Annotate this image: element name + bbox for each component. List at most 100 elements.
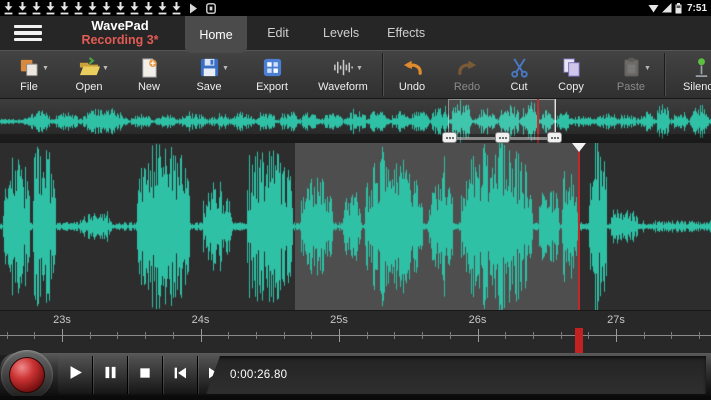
wavepad-app-window: 7:51 WavePad Recording 3* HomeEditLevels… [0, 0, 711, 400]
pause-button[interactable] [93, 356, 128, 394]
timeline-label: 23s [53, 314, 71, 326]
minor-tick [450, 332, 451, 339]
menu-icon[interactable] [14, 23, 44, 43]
main-waveform-view[interactable] [0, 143, 711, 310]
major-tick [616, 329, 617, 342]
tab-levels[interactable]: Levels [309, 16, 373, 50]
notification-icons [4, 0, 216, 16]
timeline-label: 26s [469, 314, 487, 326]
playhead-line[interactable] [578, 143, 580, 310]
waveform-button[interactable]: ▼ Waveform [304, 51, 382, 98]
copy-button[interactable]: Copy [544, 51, 598, 98]
minor-tick [699, 332, 700, 339]
toolbar-button-label: Silence [683, 81, 711, 93]
paste-button: ▼ Paste [598, 51, 664, 98]
toolbar-button-label: New [138, 81, 160, 93]
overview-handle-track [0, 134, 711, 143]
timeline-label: 27s [607, 314, 625, 326]
skip-start-icon [172, 365, 188, 386]
chevron-down-icon[interactable]: ▼ [222, 65, 229, 72]
toolbar: ▼File▼OpenNew▼SaveExport▼WaveformUndoRed… [0, 50, 711, 98]
download-icon [130, 2, 139, 15]
wifi-icon [648, 3, 659, 13]
selection-handle[interactable] [547, 132, 562, 143]
download-icon [74, 2, 83, 15]
new-button[interactable]: New [120, 51, 178, 98]
time-display-panel: 0:00:26.80 [206, 356, 706, 394]
download-icon [158, 2, 167, 15]
toolbar-button-label: Open [76, 81, 103, 93]
minor-tick [505, 332, 506, 339]
download-icon [46, 2, 55, 15]
cut-button[interactable]: Cut [494, 51, 544, 98]
minor-tick [311, 332, 312, 339]
minor-tick [284, 332, 285, 339]
toolbar-button-label: Export [256, 81, 288, 93]
minor-tick [228, 332, 229, 339]
chevron-down-icon[interactable]: ▼ [102, 65, 109, 72]
tab-home[interactable]: Home [185, 16, 247, 53]
paste-icon [619, 55, 643, 79]
play-icon [67, 364, 84, 386]
playback-controls [58, 356, 233, 394]
download-icon [116, 2, 125, 15]
undo-button[interactable]: Undo [384, 51, 440, 98]
minor-tick [588, 332, 589, 339]
sd-card-icon [206, 3, 216, 14]
waveform-icon [331, 55, 355, 79]
new-icon [137, 55, 161, 79]
skip-start-button[interactable] [163, 356, 198, 394]
minor-tick [173, 332, 174, 339]
title-block: WavePad Recording 3* [60, 18, 180, 47]
selection-handle[interactable] [442, 132, 457, 143]
timeline-label: 24s [192, 314, 210, 326]
minor-tick [394, 332, 395, 339]
battery-icon [675, 3, 682, 14]
chevron-down-icon[interactable]: ▼ [356, 65, 363, 72]
toolbar-button-label: Waveform [318, 81, 368, 93]
file-icon [17, 55, 41, 79]
major-tick [62, 329, 63, 342]
record-button[interactable] [9, 357, 45, 393]
minor-tick [34, 332, 35, 339]
main-waveform-canvas[interactable] [0, 143, 711, 310]
minor-tick [145, 332, 146, 339]
export-button[interactable]: Export [240, 51, 304, 98]
download-icon [172, 2, 181, 15]
play-button[interactable] [58, 356, 93, 394]
tab-effects[interactable]: Effects [373, 16, 439, 50]
major-tick [339, 329, 340, 342]
minor-tick [671, 332, 672, 339]
chevron-down-icon[interactable]: ▼ [42, 65, 49, 72]
stop-button[interactable] [128, 356, 163, 394]
app-title: WavePad [60, 18, 180, 33]
app-header: WavePad Recording 3* HomeEditLevelsEffec… [0, 16, 711, 50]
document-title: Recording 3* [60, 33, 180, 47]
chevron-down-icon[interactable]: ▼ [644, 65, 651, 72]
download-icon [32, 2, 41, 15]
overview-waveform-strip[interactable] [0, 98, 711, 143]
selection-handle[interactable] [495, 132, 510, 143]
download-icon [102, 2, 111, 15]
download-icon [60, 2, 69, 15]
record-button-housing [1, 350, 53, 400]
minor-tick [367, 332, 368, 339]
minor-tick [561, 332, 562, 339]
pause-icon [103, 365, 118, 385]
stop-icon [138, 366, 152, 385]
file-button[interactable]: ▼File [0, 51, 58, 98]
toolbar-button-label: Redo [454, 81, 480, 93]
playhead-handle-icon[interactable] [572, 143, 586, 152]
cut-icon [507, 55, 531, 79]
tab-edit[interactable]: Edit [247, 16, 309, 50]
open-button[interactable]: ▼ Open [58, 51, 120, 98]
toolbar-button-label: Paste [617, 81, 645, 93]
toolbar-button-label: Copy [558, 81, 584, 93]
save-icon [197, 55, 221, 79]
timeline-ruler[interactable]: 23s24s25s26s27s [0, 310, 711, 355]
minor-tick [7, 332, 8, 339]
save-button[interactable]: ▼Save [178, 51, 240, 98]
status-clock: 7:51 [687, 3, 707, 14]
timeline-playhead-marker[interactable] [575, 328, 583, 356]
silence-button[interactable]: Silence [666, 51, 711, 98]
